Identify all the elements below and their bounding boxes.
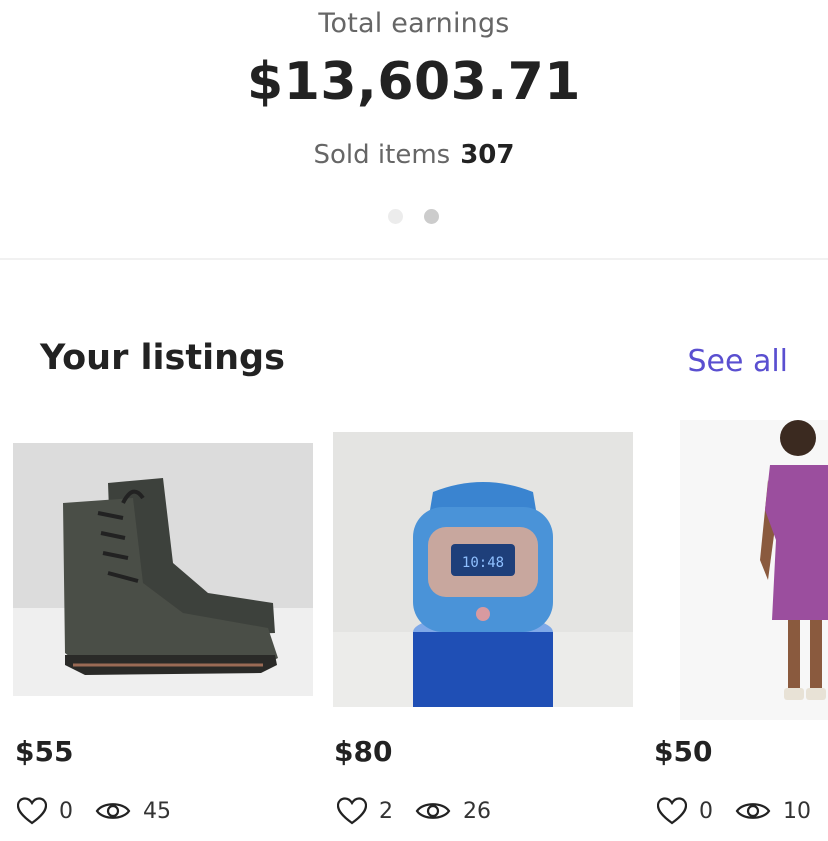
eye-icon (95, 799, 131, 823)
see-all-link[interactable]: See all (687, 344, 788, 379)
listing-image-watch[interactable]: 10:48 (333, 432, 633, 707)
total-earnings-value: $13,603.71 (247, 52, 581, 112)
listing-card-2[interactable]: 10:48 $80 2 26 (333, 432, 633, 833)
your-listings-title: Your listings (40, 338, 285, 378)
views-count: 45 (143, 798, 171, 824)
carousel-pager (388, 209, 439, 224)
svg-text:10:48: 10:48 (462, 555, 504, 571)
sold-items-row: Sold items 307 (0, 140, 828, 170)
listing-price: $80 (334, 735, 393, 768)
pager-dot-2[interactable] (424, 209, 439, 224)
listing-stats: 2 26 (337, 797, 513, 825)
eye-icon (415, 799, 451, 823)
likes-count: 0 (699, 798, 713, 824)
sold-items-count: 307 (460, 140, 515, 170)
heart-icon[interactable] (657, 797, 687, 825)
views-count: 10 (783, 798, 811, 824)
sold-items-label: Sold items (313, 140, 451, 170)
heart-icon[interactable] (17, 797, 47, 825)
pager-dot-1[interactable] (388, 209, 403, 224)
earnings-label: Total earnings (318, 8, 510, 39)
section-divider (0, 258, 828, 260)
listing-card-3[interactable]: $50 0 10 (653, 420, 828, 833)
eye-icon (735, 799, 771, 823)
listing-image-boots[interactable] (13, 443, 313, 696)
listing-stats: 0 45 (17, 797, 193, 825)
listing-card-1[interactable]: $55 0 45 (13, 443, 313, 833)
listing-stats: 0 10 (657, 797, 828, 825)
listing-price: $50 (654, 735, 713, 768)
heart-icon[interactable] (337, 797, 367, 825)
likes-count: 2 (379, 798, 393, 824)
likes-count: 0 (59, 798, 73, 824)
listing-price: $55 (15, 735, 74, 768)
views-count: 26 (463, 798, 491, 824)
listing-image-dress[interactable] (680, 420, 828, 720)
